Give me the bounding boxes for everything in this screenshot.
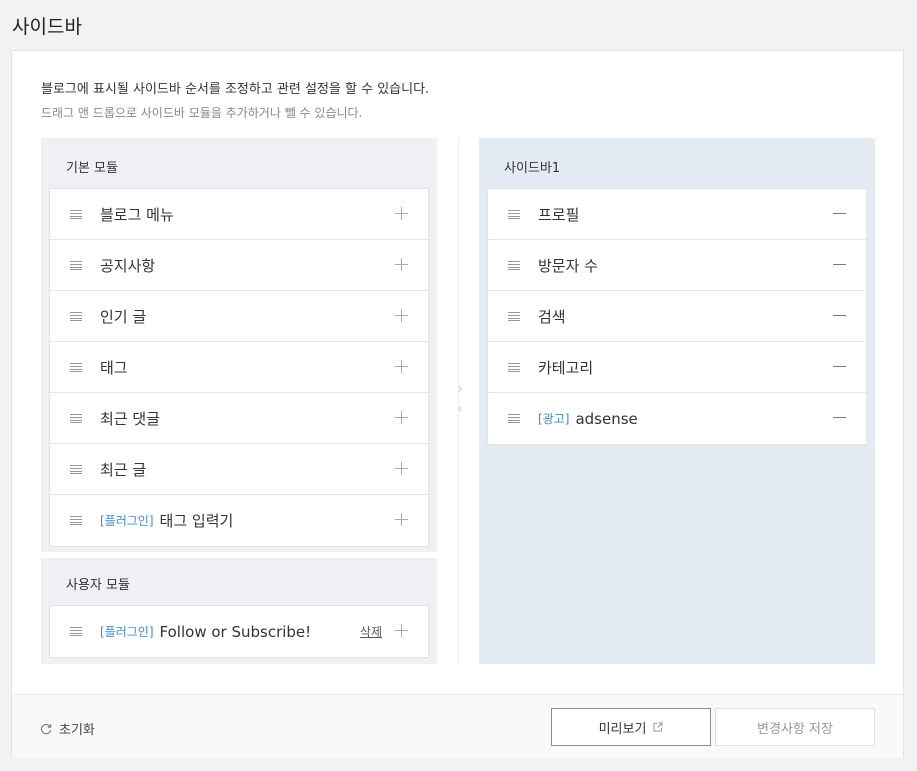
module-pool: 기본 모듈 블로그 메뉴 공지사항 인기 글 태그 최근 댓글 최근 글 [플러… <box>41 138 437 664</box>
reset-label: 초기화 <box>59 723 95 738</box>
module-label: 태그 입력기 <box>159 512 234 530</box>
drag-handle-icon[interactable] <box>508 260 520 270</box>
plus-icon[interactable] <box>395 624 408 637</box>
plus-icon[interactable] <box>395 462 408 475</box>
drag-handle-icon[interactable] <box>70 464 82 474</box>
plus-icon[interactable] <box>395 309 408 322</box>
group-separator <box>41 552 437 558</box>
sidebar-item[interactable]: [광고] adsense <box>488 393 866 444</box>
basic-modules-list: 블로그 메뉴 공지사항 인기 글 태그 최근 댓글 최근 글 [플러그인] 태그… <box>49 188 429 547</box>
plus-icon[interactable] <box>395 207 408 220</box>
module-item[interactable]: 블로그 메뉴 <box>50 189 428 240</box>
preview-button[interactable]: 미리보기 <box>551 708 711 746</box>
sidebar-item-label: 검색 <box>538 307 566 326</box>
move-arrows: › ‹ <box>453 379 467 419</box>
minus-icon[interactable] <box>833 366 846 367</box>
drag-handle-icon[interactable] <box>70 260 82 270</box>
plus-icon[interactable] <box>395 258 408 271</box>
drag-handle-icon[interactable] <box>70 516 82 525</box>
plus-icon[interactable] <box>395 513 408 526</box>
sidebar1-title: 사이드바1 <box>504 161 561 176</box>
module-tag: [플러그인] <box>100 514 154 528</box>
external-link-icon <box>653 722 663 732</box>
sidebar-item-tag: [광고] <box>538 412 570 426</box>
module-label: 블로그 메뉴 <box>100 205 174 224</box>
description-main: 블로그에 표시될 사이드바 순서를 조정하고 관련 설정을 할 수 있습니다. <box>41 82 430 97</box>
sidebar-settings-card: 블로그에 표시될 사이드바 순서를 조정하고 관련 설정을 할 수 있습니다. … <box>11 50 904 758</box>
drag-handle-icon[interactable] <box>508 362 520 372</box>
module-item[interactable]: [플러그인] 태그 입력기 <box>50 495 428 546</box>
chevron-right-icon[interactable]: › <box>453 379 467 399</box>
sidebar-item[interactable]: 검색 <box>488 291 866 342</box>
module-item[interactable]: 최근 글 <box>50 444 428 495</box>
sidebar-item[interactable]: 프로필 <box>488 189 866 240</box>
reset-button[interactable]: 초기화 <box>40 719 95 738</box>
minus-icon[interactable] <box>833 315 846 316</box>
sidebar1-list: 프로필 방문자 수 검색 카테고리 [광고] adsense <box>487 188 867 445</box>
module-item[interactable]: 인기 글 <box>50 291 428 342</box>
module-label: Follow or Subscribe! <box>159 622 312 641</box>
delete-link[interactable]: 삭제 <box>360 623 382 640</box>
drag-handle-icon[interactable] <box>70 413 82 423</box>
module-item[interactable]: 최근 댓글 <box>50 393 428 444</box>
module-label: 태그 <box>100 358 128 377</box>
user-modules-list: [플러그인] Follow or Subscribe! 삭제 <box>49 605 429 658</box>
sidebar-item[interactable]: 방문자 수 <box>488 240 866 291</box>
module-label: 최근 댓글 <box>100 409 160 428</box>
drag-handle-icon[interactable] <box>70 362 82 372</box>
module-label: 인기 글 <box>100 307 147 326</box>
module-item[interactable]: 공지사항 <box>50 240 428 291</box>
footer-bar: 초기화 미리보기 변경사항 저장 <box>12 694 903 758</box>
module-label: 최근 글 <box>100 460 147 479</box>
module-item[interactable]: [플러그인] Follow or Subscribe! 삭제 <box>50 606 428 657</box>
save-button[interactable]: 변경사항 저장 <box>715 708 875 746</box>
minus-icon[interactable] <box>833 264 846 265</box>
chevron-left-icon[interactable]: ‹ <box>453 399 467 419</box>
sidebar1-column: 사이드바1 프로필 방문자 수 검색 카테고리 [광고] adsense <box>479 138 875 664</box>
save-label: 변경사항 저장 <box>757 721 833 737</box>
drag-handle-icon[interactable] <box>508 414 520 423</box>
module-item[interactable]: 태그 <box>50 342 428 393</box>
description: 블로그에 표시될 사이드바 순서를 조정하고 관련 설정을 할 수 있습니다. … <box>41 78 429 121</box>
drag-handle-icon[interactable] <box>508 311 520 321</box>
sidebar-item-label: 카테고리 <box>538 358 594 377</box>
sidebar-item[interactable]: 카테고리 <box>488 342 866 393</box>
sidebar-item-label: 방문자 수 <box>538 256 598 275</box>
user-modules-title: 사용자 모듈 <box>66 578 130 593</box>
basic-modules-title: 기본 모듈 <box>66 161 118 176</box>
minus-icon[interactable] <box>833 417 846 418</box>
plus-icon[interactable] <box>395 360 408 373</box>
refresh-icon <box>40 723 52 734</box>
minus-icon[interactable] <box>833 213 846 214</box>
plus-icon[interactable] <box>395 411 408 424</box>
drag-handle-icon[interactable] <box>508 209 520 219</box>
sidebar-item-label: 프로필 <box>538 205 580 224</box>
module-label: 공지사항 <box>100 256 156 275</box>
description-sub: 드래그 앤 드롭으로 사이드바 모듈을 추가하거나 뺄 수 있습니다. <box>41 106 363 120</box>
drag-handle-icon[interactable] <box>70 627 82 636</box>
page-title: 사이드바 <box>12 16 82 38</box>
module-tag: [플러그인] <box>100 625 154 639</box>
drag-handle-icon[interactable] <box>70 209 82 219</box>
preview-label: 미리보기 <box>598 721 647 737</box>
sidebar-item-label: adsense <box>575 409 638 428</box>
drag-handle-icon[interactable] <box>70 311 82 321</box>
